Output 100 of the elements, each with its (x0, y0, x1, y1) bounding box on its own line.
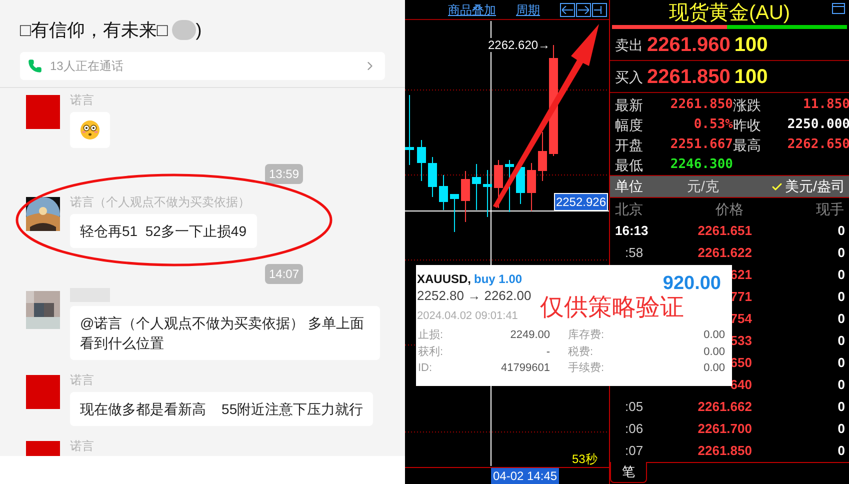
unit-option[interactable]: 元/克 (687, 176, 769, 197)
left-arrow-icon[interactable] (560, 2, 575, 16)
field-label: ID: (418, 361, 434, 376)
timestamp: 14:07 (264, 264, 303, 284)
profit: 920.00 (662, 273, 721, 295)
sender-name: 诺言 (70, 438, 94, 454)
book-volume: 100 (734, 33, 768, 58)
toolbar-link[interactable]: 周期 (516, 0, 540, 18)
tab[interactable]: 笔 (610, 462, 647, 483)
sender-name: 诺言 (70, 92, 95, 108)
avatar (26, 291, 60, 329)
high-price-label: 2262.620→ (488, 38, 550, 52)
stat-value: 2261.850 (669, 96, 733, 114)
timestamp: 13:59 (264, 164, 303, 184)
trade-time: 2024.04.02 09:01:41 (417, 309, 519, 324)
field-label: 税费: (567, 344, 594, 360)
price-tag: 2252.926 (554, 193, 608, 211)
toolbar-link[interactable]: 商品叠加 (448, 0, 496, 18)
tick-time: :06 (624, 421, 644, 436)
quote-title: 现货黄金(AU) (668, 0, 790, 24)
tick-volume: 0 (838, 398, 845, 416)
message-bubble: 现在做多都是看新高 55附近注意下压力就行 (70, 392, 374, 426)
tick-price: 2261.700 (698, 420, 752, 438)
field-value: 2249.00 (509, 328, 550, 343)
stat-value: 2246.300 (669, 156, 733, 174)
tick-volume: 0 (838, 266, 845, 284)
book-price: 2261.960 (647, 33, 730, 58)
stat-value: 2250.000 (786, 116, 849, 134)
field-value: - (545, 344, 550, 360)
tick-volume: 0 (838, 442, 845, 460)
unit-option[interactable]: 美元/盎司 (771, 176, 845, 197)
avatar (26, 375, 60, 409)
stat-label: 昨收 (733, 116, 762, 135)
maximize-icon[interactable] (832, 3, 845, 14)
tick-time: :58 (624, 245, 644, 260)
avatar (26, 197, 60, 231)
tick-price: 754 (730, 310, 752, 328)
field-value: 41799601 (500, 361, 550, 376)
tick-volume: 0 (838, 310, 845, 328)
candle (417, 140, 426, 182)
stat-label: 开盘 (615, 136, 644, 155)
stat-value: 11.850 (802, 96, 849, 114)
column-header: 北京 (615, 200, 643, 218)
stat-value: 2262.650 (786, 136, 849, 154)
stat-label: 最低 (615, 156, 644, 175)
stat-label: 涨跌 (733, 96, 762, 115)
tick-price: 2261.651 (698, 222, 752, 240)
candle (405, 94, 414, 166)
blurred-patch (172, 20, 196, 40)
candle (538, 132, 547, 182)
sender-name: 诺言 (70, 372, 95, 388)
field-value: 0.00 (702, 361, 725, 376)
tick-volume: 0 (838, 288, 845, 306)
countdown: 53秒 (572, 451, 598, 468)
tick-time: :05 (624, 399, 644, 414)
right-arrow-icon[interactable] (576, 2, 591, 16)
tick-volume: 0 (838, 354, 845, 372)
stat-label: 最高 (733, 136, 762, 155)
candle (527, 162, 536, 212)
stat-label: 幅度 (615, 116, 644, 135)
tick-volume: 0 (838, 376, 845, 394)
chat-title: □有信仰，有未来□ (20, 18, 168, 42)
chat-title-end: ) (196, 18, 202, 42)
tick-volume: 0 (838, 244, 845, 262)
trade-prices: 2252.80 → 2262.00 (417, 287, 532, 305)
column-header: 价格 (716, 200, 744, 218)
tick-price: 2261.850 (698, 442, 752, 460)
message-bubble: 轻仓再51 52多一下止损49 (70, 214, 256, 248)
candle (494, 160, 503, 208)
column-header: 现手 (816, 200, 844, 218)
tick-time: :07 (624, 443, 644, 458)
message-bubble: @诺言（个人观点不做为买卖依据） 多单上面看到什么位置 (70, 306, 380, 360)
sender-name: 诺言（个人观点不做为买卖依据） (70, 194, 251, 210)
tick-volume: 0 (838, 420, 845, 438)
phone-icon (28, 59, 42, 73)
field-value: 0.00 (702, 344, 725, 360)
stat-label: 最新 (615, 96, 644, 115)
field-label: 获利: (418, 344, 444, 360)
tick-price: 2261.622 (698, 244, 752, 262)
candle (450, 194, 459, 232)
field-value: 0.00 (702, 328, 725, 343)
avatar (26, 95, 60, 129)
trade-side: buy 1.00 (474, 272, 522, 286)
field-label: 手续费: (567, 361, 606, 376)
tick-price: 2261.662 (698, 398, 752, 416)
tick-price: 771 (730, 288, 752, 306)
candle (461, 170, 470, 222)
tick-volume: 0 (838, 332, 845, 350)
candle (472, 164, 481, 210)
candle (483, 170, 492, 218)
tick-time: 16:13 (615, 223, 648, 238)
book-volume: 100 (734, 65, 768, 90)
book-price: 2261.850 (647, 65, 730, 90)
flushed-face-icon (80, 120, 100, 140)
split-icon[interactable] (592, 2, 607, 16)
symbol: XAUUSD, (417, 272, 472, 286)
candle (439, 174, 448, 210)
field-label: 库存费: (567, 328, 606, 343)
field-label: 止损: (418, 328, 444, 343)
book-label: 卖出 (615, 36, 643, 54)
